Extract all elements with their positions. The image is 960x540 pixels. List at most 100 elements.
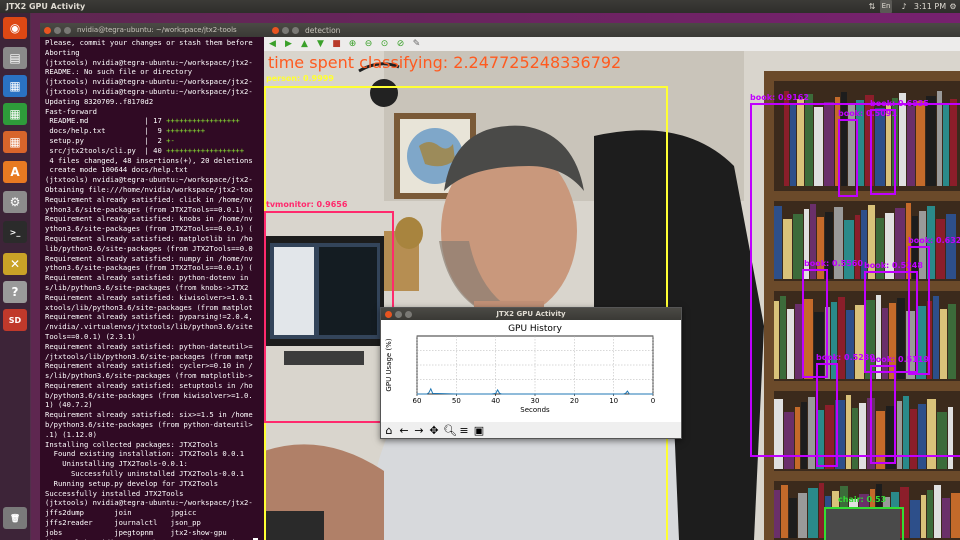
forward-icon[interactable]: → <box>413 424 425 437</box>
help-icon[interactable]: ? <box>3 281 27 303</box>
terminal-window[interactable]: nvidia@tegra-ubuntu: ~/workspace/jtx2-to… <box>40 23 264 540</box>
terminal-line: Requirement already satisfied: python-da… <box>45 341 253 351</box>
launcher: ◉ ▤ ▦ ▦ ▦ A ⚙ >_ ✕? SD 🗑 <box>0 13 31 540</box>
terminal-line: ython3.6/site-packages (from JTX2Tools==… <box>45 204 253 214</box>
terminal-titlebar[interactable]: nvidia@tegra-ubuntu: ~/workspace/jtx2-to… <box>40 23 264 37</box>
terminal-line: Requirement already satisfied: matplotli… <box>45 233 253 243</box>
terminal-line: (jtxtools) nvidia@tegra-ubuntu:~/workspa… <box>45 86 253 96</box>
terminal-line: src/jtx2tools/cli.py | 40 ++++++++++++++… <box>45 145 245 155</box>
close-icon[interactable] <box>272 26 279 34</box>
zoom-in-icon[interactable]: ⊕ <box>347 39 358 50</box>
terminal-line: (jtxtools) nvidia@tegra-ubuntu:~/workspa… <box>45 175 253 185</box>
pin-icon[interactable]: ✎ <box>411 39 422 50</box>
terminal-line: ython3.6/site-packages (from JTX2Tools==… <box>45 224 253 234</box>
terminal-line: Successfully uninstalled JTX2Tools-0.0.1 <box>45 469 245 479</box>
home-icon[interactable]: ⌂ <box>383 424 395 437</box>
detection-label: book: 0.5119 <box>870 355 929 364</box>
terminal-line: Requirement already satisfied: click in … <box>45 194 253 204</box>
terminal-line: Requirement already satisfied: numpy in … <box>45 253 253 263</box>
terminal-line: Obtaining file:///home/nvidia/workspace/… <box>45 184 253 194</box>
terminal-line: Fast-forward <box>45 106 97 116</box>
gpu-window-title: JTX2 GPU Activity <box>496 310 566 318</box>
terminal-line: create mode 100644 docs/help.txt <box>45 165 188 175</box>
terminal-line: README.: No such file or directory <box>45 67 193 77</box>
sd-card-icon[interactable]: SD <box>3 309 27 331</box>
x-axis-label: Seconds <box>520 406 550 414</box>
maximize-icon[interactable] <box>64 26 71 34</box>
detection-title: detection <box>305 25 341 35</box>
terminal-icon[interactable]: >_ <box>3 221 27 243</box>
terminal-line: (jtxtools) nvidia@tegra-ubuntu:~/workspa… <box>45 498 253 508</box>
terminal-line: jffs2dump join jpgicc <box>45 508 197 518</box>
minimize-icon[interactable] <box>282 26 289 34</box>
writer-icon[interactable]: ▦ <box>3 75 27 97</box>
ubuntu-dash-icon[interactable]: ◉ <box>3 17 27 39</box>
terminal-line: /nvidia/.virtualenvs/jtxtools/lib/python… <box>45 322 253 332</box>
detection-label: chair: 0.53 <box>838 495 887 504</box>
network-icon[interactable]: ⇅ <box>866 0 878 13</box>
clock[interactable]: 3:11 PM <box>912 0 948 13</box>
zoom-icon[interactable]: 🔍︎ <box>443 424 457 437</box>
close-icon[interactable] <box>44 26 51 34</box>
detection-titlebar[interactable]: detection <box>264 23 960 37</box>
detection-box <box>838 119 858 197</box>
minimize-icon[interactable] <box>54 26 61 34</box>
save-icon[interactable]: ▣ <box>473 424 485 437</box>
detection-box <box>816 363 838 467</box>
gpu-history-chart: GPU History 60 50 40 30 20 10 0 Seconds GPU Usage… <box>381 320 681 422</box>
x-tick-label: 10 <box>609 397 618 405</box>
software-center-icon[interactable]: A <box>3 161 27 183</box>
detection-box <box>870 109 896 195</box>
terminal-line: Please, commit your changes or stash the… <box>45 38 253 47</box>
terminal-line: setup.py | 2 +- <box>45 135 175 145</box>
x-tick-label: 0 <box>651 397 655 405</box>
zoom-fit-icon[interactable]: ⊙ <box>379 39 390 50</box>
settings-icon[interactable]: ⚙ <box>947 0 959 13</box>
arrow-up-icon[interactable]: ▲ <box>299 39 310 50</box>
detection-label: book: 0.6835 <box>870 99 929 108</box>
terminal-line: Requirement already satisfied: python-do… <box>45 273 249 283</box>
pan-icon[interactable]: ✥ <box>428 424 440 437</box>
system-settings-icon[interactable]: ⚙ <box>3 191 27 213</box>
maximize-icon[interactable] <box>292 26 299 34</box>
configure-icon[interactable]: ≡ <box>458 424 470 437</box>
camera-frame: time spent classifying: 2.24772524833679… <box>264 51 960 540</box>
arrow-left-icon[interactable]: ◀ <box>267 39 278 50</box>
terminal-line: Requirement already satisfied: knobs in … <box>45 214 253 224</box>
detection-label: book: 0.5091 <box>838 109 897 118</box>
x-tick-label: 60 <box>413 397 422 405</box>
terminal-line: Found existing installation: JTX2Tools 0… <box>45 449 245 459</box>
terminal-line: Running setup.py develop for JTX2Tools <box>45 478 219 488</box>
calc-icon[interactable]: ▦ <box>3 103 27 125</box>
zoom-reset-icon[interactable]: ⊘ <box>395 39 406 50</box>
files-icon[interactable]: ▤ <box>3 47 27 69</box>
terminal-line: s/lib/python3.6/site-packages (from knob… <box>45 282 249 292</box>
terminal-line: Successfully installed JTX2Tools <box>45 488 184 498</box>
arrow-down-icon[interactable]: ▼ <box>315 39 326 50</box>
terminal-line: Requirement already satisfied: kiwisolve… <box>45 292 253 302</box>
impress-icon[interactable]: ▦ <box>3 131 27 153</box>
sound-icon[interactable]: ♪ <box>898 0 910 13</box>
terminal-line: /jtxtools/lib/python3.6/site-packages (f… <box>45 351 253 361</box>
keyboard-indicator[interactable]: En <box>880 0 892 13</box>
terminal-output[interactable]: Please, commit your changes or stash the… <box>40 37 264 540</box>
gpu-activity-window[interactable]: JTX2 GPU Activity GPU History 60 50 40 30 20 1… <box>380 307 682 439</box>
detection-label: tvmonitor: 0.9656 <box>266 200 348 209</box>
x-tick-label: 30 <box>531 397 540 405</box>
terminal-title: nvidia@tegra-ubuntu: ~/workspace/jtx2-to… <box>77 26 237 34</box>
top-panel: JTX2 GPU Activity ⇅ En ♪ 3:11 PM ⚙ <box>0 0 960 13</box>
tools-icon[interactable]: ✕ <box>3 253 27 275</box>
terminal-line: docs/help.txt | 9 +++++++++ <box>45 126 206 136</box>
terminal-line: 1) (40.7.2) <box>45 400 93 410</box>
back-icon[interactable]: ← <box>398 424 410 437</box>
trash-icon[interactable]: 🗑 <box>3 507 27 529</box>
detection-window[interactable]: detection ◀ ▶ ▲ ▼ ■ ⊕ ⊖ ⊙ ⊘ ✎ time spent… <box>264 23 960 540</box>
terminal-line: Installing collected packages: JTX2Tools <box>45 439 219 449</box>
detection-label: book: 0.9162 <box>750 93 809 102</box>
arrow-right-icon[interactable]: ▶ <box>283 39 294 50</box>
image-icon[interactable]: ■ <box>331 39 342 50</box>
terminal-line: Requirement already satisfied: six>=1.5 … <box>45 410 253 420</box>
gpu-titlebar[interactable]: JTX2 GPU Activity <box>381 308 681 320</box>
detection-box <box>824 507 904 540</box>
zoom-out-icon[interactable]: ⊖ <box>363 39 374 50</box>
